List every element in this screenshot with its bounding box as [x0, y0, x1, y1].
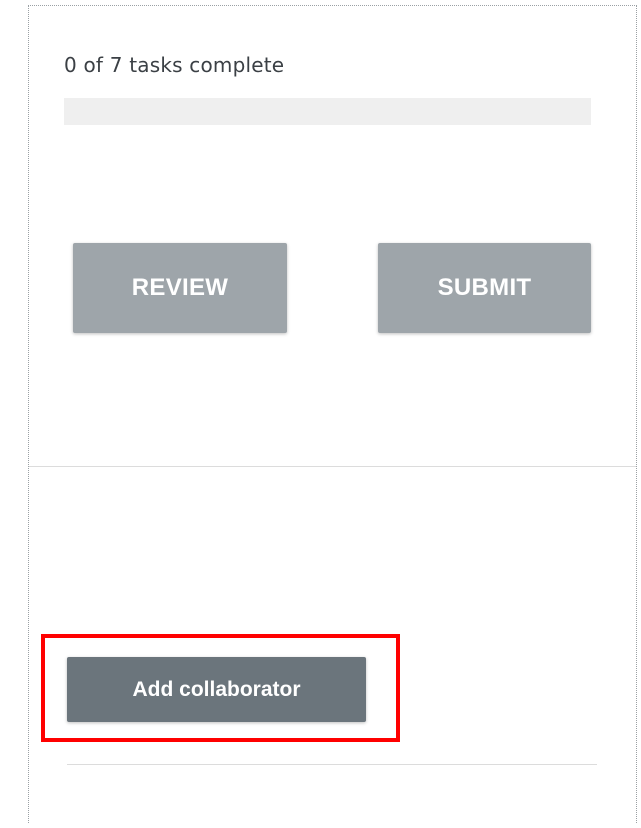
section-divider [29, 466, 636, 467]
add-collaborator-button[interactable]: Add collaborator [67, 657, 366, 722]
progress-label: 0 of 7 tasks complete [64, 53, 285, 77]
bottom-divider [67, 764, 597, 765]
submit-button[interactable]: SUBMIT [378, 243, 591, 333]
progress-bar [64, 98, 591, 125]
review-button[interactable]: REVIEW [73, 243, 287, 333]
